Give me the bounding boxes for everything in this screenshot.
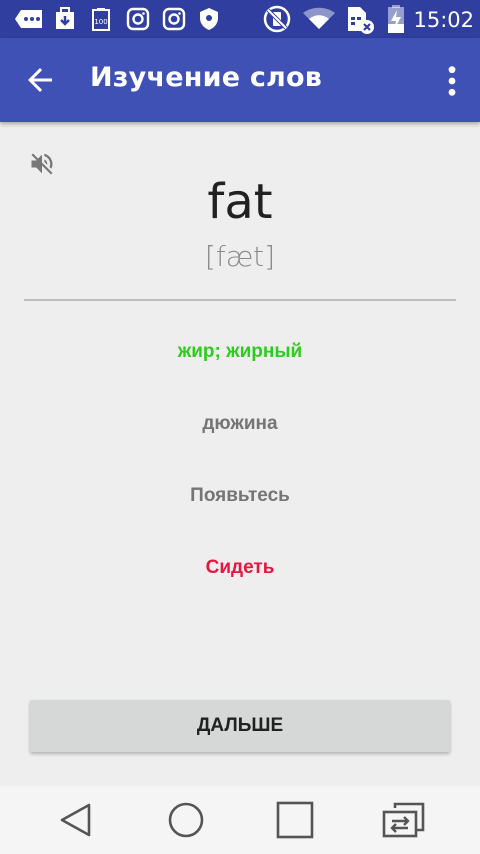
status-bar: 100 15:02	[0, 0, 480, 38]
shield-icon	[200, 8, 218, 30]
home-circle-icon[interactable]	[166, 800, 206, 840]
instagram-icon	[162, 7, 186, 31]
battery-charging-icon	[388, 5, 404, 33]
sim-off-icon	[348, 7, 374, 34]
page-title: Изучение слов	[90, 62, 323, 93]
navigation-bar	[0, 786, 480, 854]
instagram-icon	[126, 7, 150, 31]
arrow-back-icon[interactable]	[22, 62, 58, 98]
answer-option[interactable]: Появьтесь	[0, 485, 480, 507]
more-icon	[15, 10, 42, 28]
wifi-icon	[303, 7, 335, 29]
transcription: [fæt]	[204, 240, 276, 273]
battery-100-icon: 100	[92, 8, 110, 31]
switch-app-icon[interactable]	[381, 800, 427, 840]
download-icon	[56, 7, 74, 29]
more-vert-icon[interactable]	[446, 64, 458, 98]
answer-option-wrong[interactable]: Сидеть	[0, 557, 480, 579]
back-triangle-icon[interactable]	[57, 800, 97, 840]
svg-text:100: 100	[94, 18, 107, 26]
divider	[24, 299, 456, 301]
vibrate-off-icon	[263, 5, 291, 33]
next-button[interactable]: ДАЛЬШЕ	[30, 700, 450, 752]
app-bar: Изучение слов	[0, 38, 480, 122]
word: fat	[207, 174, 273, 230]
recents-square-icon[interactable]	[275, 800, 315, 840]
answer-option-correct[interactable]: жир; жирный	[0, 341, 480, 363]
status-time: 15:02	[413, 8, 474, 32]
answer-option[interactable]: дюжина	[0, 413, 480, 435]
